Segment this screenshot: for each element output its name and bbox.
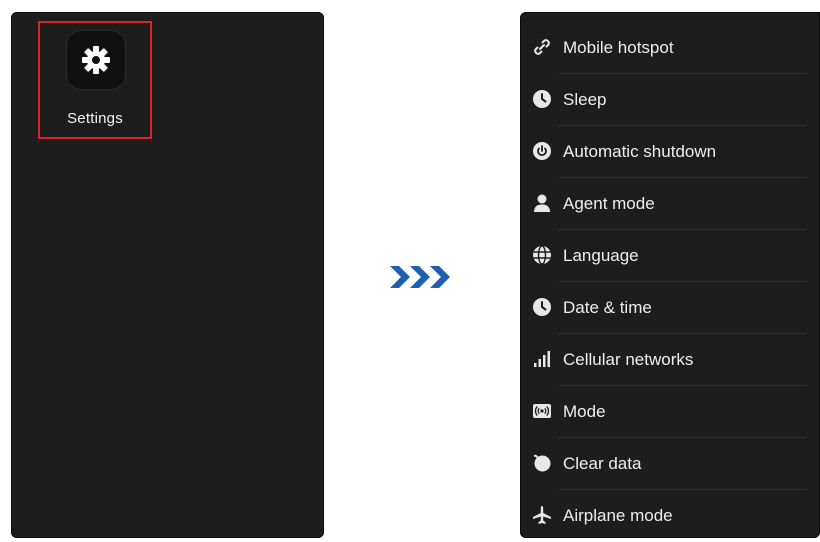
signal-bars-icon [532, 349, 552, 369]
airplane-icon [532, 505, 552, 525]
menu-item-sleep[interactable]: Sleep [520, 74, 820, 126]
clock-icon [532, 89, 552, 109]
menu-item-agent-mode[interactable]: Agent mode [520, 178, 820, 230]
settings-menu: Mobile hotspot Sleep Automatic shutdown … [520, 22, 820, 542]
menu-item-airplane-mode[interactable]: Airplane mode [520, 490, 820, 542]
person-icon [532, 193, 552, 213]
menu-item-mobile-hotspot[interactable]: Mobile hotspot [520, 22, 820, 74]
menu-item-date-time[interactable]: Date & time [520, 282, 820, 334]
link-icon [532, 37, 552, 57]
power-icon [532, 141, 552, 161]
menu-item-cellular-networks[interactable]: Cellular networks [520, 334, 820, 386]
menu-label: Clear data [563, 454, 642, 473]
clock-icon [532, 297, 552, 317]
menu-label: Date & time [563, 298, 652, 317]
broadcast-icon [532, 401, 552, 421]
menu-label: Language [563, 246, 639, 265]
menu-item-mode[interactable]: Mode [520, 386, 820, 438]
menu-label: Sleep [563, 90, 607, 109]
menu-item-language[interactable]: Language [520, 230, 820, 282]
settings-screen: Mobile hotspot Sleep Automatic shutdown … [520, 12, 820, 538]
menu-item-automatic-shutdown[interactable]: Automatic shutdown [520, 126, 820, 178]
menu-label: Mobile hotspot [563, 38, 674, 57]
menu-label: Mode [563, 402, 606, 421]
menu-label: Cellular networks [563, 350, 694, 369]
settings-app-button[interactable] [67, 31, 125, 89]
menu-label: Airplane mode [563, 506, 673, 525]
triple-chevron-right-icon [390, 264, 452, 290]
globe-icon [532, 245, 552, 265]
clear-icon [532, 453, 552, 473]
settings-app-label: Settings [67, 110, 123, 127]
menu-label: Automatic shutdown [563, 142, 717, 161]
menu-item-clear-data[interactable]: Clear data [520, 438, 820, 490]
menu-label: Agent mode [563, 194, 655, 213]
home-screen: Settings [11, 12, 324, 538]
